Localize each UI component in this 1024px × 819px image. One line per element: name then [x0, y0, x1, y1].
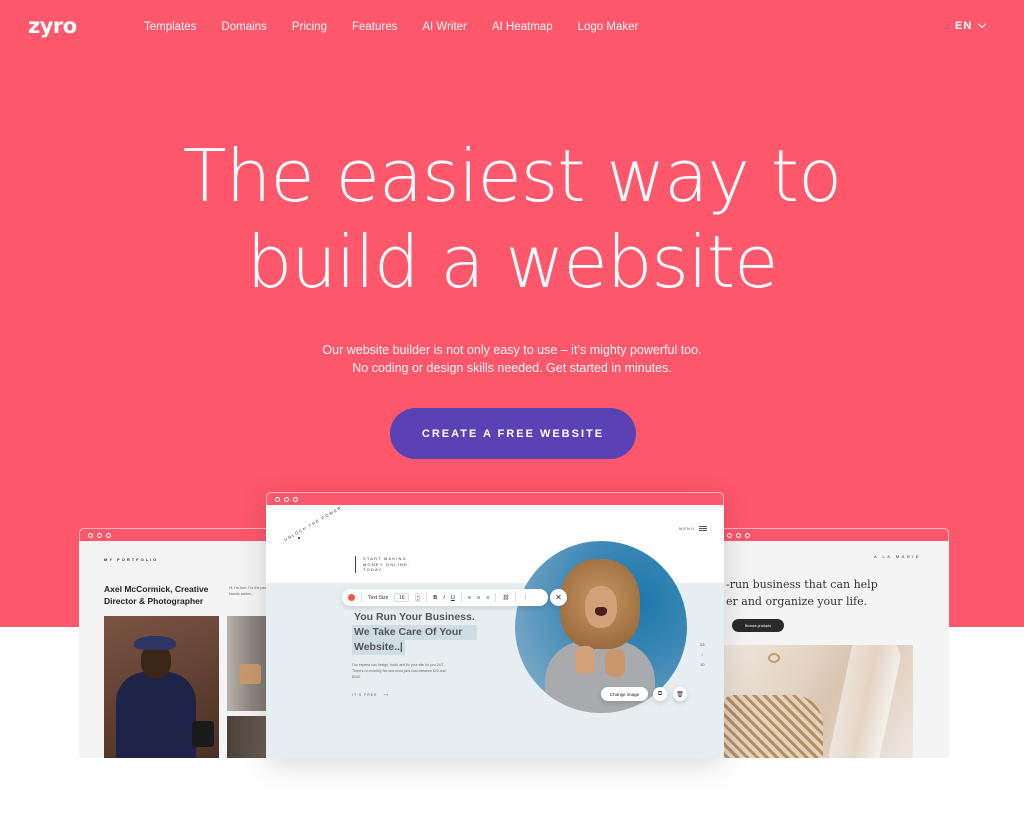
browse-products-button[interactable]: Browse products: [732, 619, 784, 632]
nav-logo-maker[interactable]: Logo Maker: [578, 21, 639, 33]
divider: [426, 593, 428, 602]
hero-subtitle: Our website builder is not only easy to …: [0, 341, 1024, 377]
slide-separator: /: [701, 652, 703, 657]
nav-features[interactable]: Features: [352, 21, 397, 33]
language-label: EN: [955, 20, 973, 32]
hero-title-line1: The easiest way to: [182, 134, 842, 218]
editable-headline[interactable]: You Run Your Business. We Take Care Of Y…: [352, 610, 477, 655]
text-size-label: Text Size: [368, 594, 389, 601]
shop-brand: A LA MARIE: [874, 554, 922, 559]
chevron-down-icon: [978, 19, 987, 29]
duplicate-icon[interactable]: ⧉: [653, 687, 667, 701]
its-free-link[interactable]: IT'S FREE →: [352, 691, 390, 698]
underline-button[interactable]: U: [451, 595, 455, 601]
menu-label: MENU: [679, 526, 695, 531]
headline-line-selected: We Take Care Of Your: [352, 625, 477, 640]
arrow-right-icon: →: [382, 691, 391, 698]
link-icon[interactable]: ⛓: [502, 595, 509, 601]
window-titlebar: [266, 492, 724, 505]
italic-button[interactable]: I: [443, 595, 445, 601]
align-right-icon[interactable]: ≡: [486, 595, 489, 601]
nav-ai-writer[interactable]: AI Writer: [422, 21, 467, 33]
portfolio-name: Axel McCormick, Creative Director & Phot…: [104, 584, 209, 606]
photographer-portrait-image: [104, 616, 219, 758]
text-color-picker[interactable]: [348, 594, 355, 601]
text-size-stepper[interactable]: ▴ ▾: [415, 593, 421, 602]
badge-dot-icon: [298, 537, 300, 539]
change-image-button[interactable]: Change image: [601, 687, 648, 701]
create-free-website-button[interactable]: CREATE A FREE WEBSITE: [390, 408, 636, 459]
preview-window-editor: UNLOCK THE POWER MENU START MAKING MONEY…: [266, 492, 724, 758]
preview-window-shop: A LA MARIE -run business that can help e…: [718, 528, 949, 758]
site-tagline: START MAKING MONEY ONLINE. TODAY: [355, 556, 410, 573]
zyro-logo[interactable]: zyro: [28, 14, 77, 38]
window-dot-icon: [745, 532, 750, 538]
window-dot-icon: [736, 532, 741, 538]
camera-icon: [192, 721, 214, 747]
hero-title-line2: build a website: [246, 220, 779, 304]
shop-headline-line2: er and organize your life.: [726, 595, 868, 608]
divider: [515, 593, 517, 602]
slide-current: 03: [700, 642, 705, 647]
trash-icon[interactable]: 🗑: [673, 687, 687, 701]
window-dot-icon: [275, 496, 280, 502]
divider: [460, 593, 462, 602]
window-dot-icon: [293, 496, 298, 502]
text-size-input[interactable]: 16: [394, 593, 410, 602]
language-selector[interactable]: EN: [955, 19, 987, 32]
window-dot-icon: [97, 532, 102, 538]
its-free-label: IT'S FREE: [352, 692, 378, 697]
hero-title: The easiest way to build a website: [0, 133, 1024, 305]
nav-pricing[interactable]: Pricing: [292, 21, 327, 33]
site-menu-button[interactable]: MENU: [679, 526, 707, 531]
tagline-line: TODAY: [363, 567, 383, 572]
window-dot-icon: [88, 532, 93, 538]
window-dot-icon: [727, 532, 732, 538]
text-format-toolbar: Text Size 16 ▴ ▾ B I U ≡ ≡ ≡ ⛓ ⋮: [342, 589, 548, 606]
window-dot-icon: [284, 496, 289, 502]
align-center-icon[interactable]: ≡: [477, 595, 480, 601]
preview-window-portfolio: MY PORTFOLIO Axel McCormick, Creative Di…: [79, 528, 279, 758]
slide-counter: 03 / 10: [700, 640, 704, 670]
product-photo-image: [723, 645, 913, 758]
bold-button[interactable]: B: [433, 595, 437, 601]
hamburger-icon: [698, 526, 707, 531]
nav-ai-heatmap[interactable]: AI Heatmap: [492, 21, 553, 33]
page: zyro Templates Domains Pricing Features …: [0, 0, 1024, 819]
hero-subtitle-line2: No coding or design skills needed. Get s…: [352, 361, 672, 375]
window-titlebar: [718, 528, 949, 541]
align-left-icon[interactable]: ≡: [468, 595, 471, 601]
nav-templates[interactable]: Templates: [144, 21, 196, 33]
window-dot-icon: [106, 532, 111, 538]
more-options-icon[interactable]: ⋮: [522, 595, 528, 601]
editor-paragraph: Our experts can design, build, and fix y…: [352, 663, 446, 679]
tagline-line: START MAKING: [363, 556, 407, 561]
divider: [361, 593, 362, 602]
main-nav: Templates Domains Pricing Features AI Wr…: [144, 21, 663, 33]
shop-headline-line1: -run business that can help: [726, 578, 878, 591]
divider: [495, 593, 497, 602]
nav-domains[interactable]: Domains: [221, 21, 266, 33]
portfolio-kicker: MY PORTFOLIO: [104, 557, 159, 562]
headline-line: You Run Your Business.: [354, 611, 475, 623]
shop-headline: -run business that can help er and organ…: [726, 576, 878, 610]
hero-subtitle-line1: Our website builder is not only easy to …: [322, 343, 702, 357]
slide-total: 10: [700, 662, 705, 667]
window-titlebar: [79, 528, 279, 541]
headline-line-selected: Website..|: [352, 640, 405, 655]
close-toolbar-icon[interactable]: ✕: [550, 589, 567, 606]
